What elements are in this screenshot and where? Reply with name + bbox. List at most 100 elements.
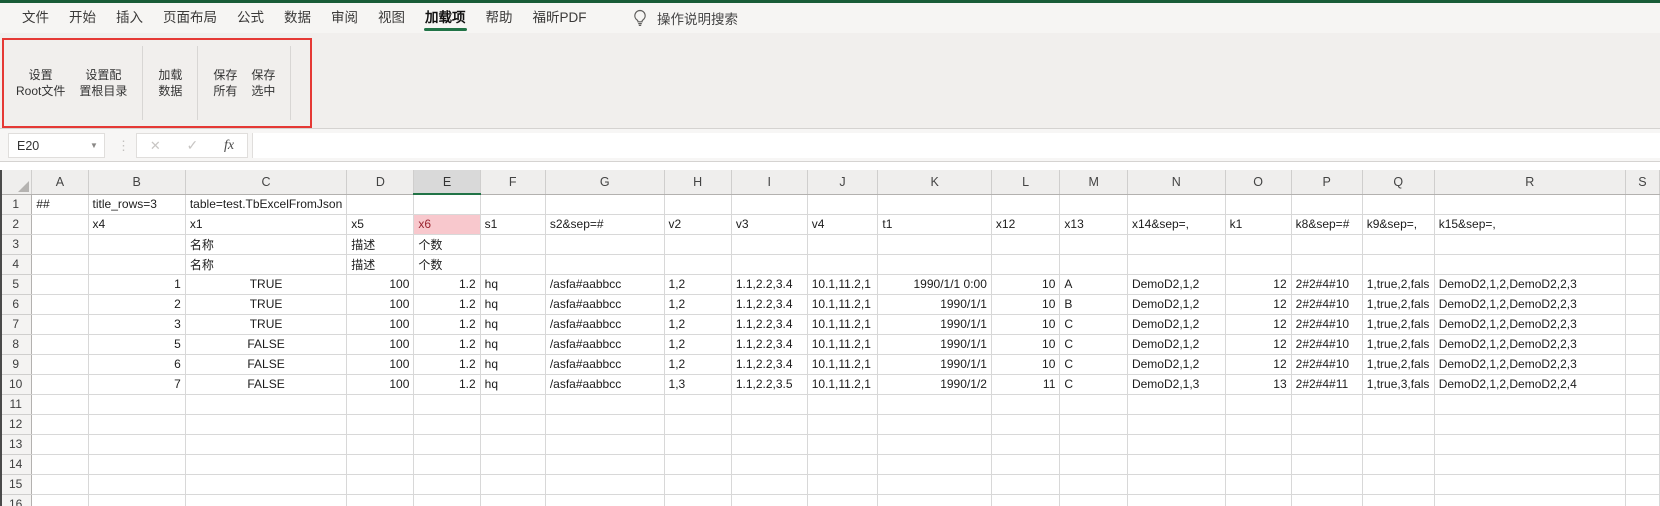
cell-P10[interactable]: 2#2#4#11 [1291,374,1362,394]
cell-L8[interactable]: 10 [991,334,1059,354]
cell-H11[interactable] [664,394,731,414]
cell-D4[interactable]: 描述 [347,254,414,274]
cell-P6[interactable]: 2#2#4#10 [1291,294,1362,314]
cell-P16[interactable] [1291,494,1362,506]
cell-S16[interactable] [1625,494,1659,506]
formula-bar-input[interactable] [252,133,1660,158]
cell-D5[interactable]: 100 [347,274,414,294]
cell-D12[interactable] [347,414,414,434]
cell-C4[interactable]: 名称 [185,254,346,274]
ribbon-tab-10[interactable]: 帮助 [476,3,523,33]
cell-C11[interactable] [185,394,346,414]
cell-Q14[interactable] [1362,454,1434,474]
row-header-12[interactable]: 12 [0,414,32,434]
cell-I7[interactable]: 1.1,2.2,3.4 [731,314,807,334]
row-header-4[interactable]: 4 [0,254,32,274]
cell-F15[interactable] [480,474,545,494]
cell-M15[interactable] [1060,474,1128,494]
cell-J13[interactable] [807,434,878,454]
cell-E11[interactable] [414,394,480,414]
cell-L10[interactable]: 11 [991,374,1059,394]
cell-A8[interactable] [32,334,88,354]
cell-M14[interactable] [1060,454,1128,474]
cell-J4[interactable] [807,254,878,274]
cell-G14[interactable] [545,454,664,474]
cell-A13[interactable] [32,434,88,454]
cell-R6[interactable]: DemoD2,1,2,DemoD2,2,3 [1434,294,1625,314]
column-header-F[interactable]: F [480,170,545,194]
cell-I13[interactable] [731,434,807,454]
cell-S8[interactable] [1625,334,1659,354]
cell-H6[interactable]: 1,2 [664,294,731,314]
cell-K5[interactable]: 1990/1/1 0:00 [878,274,992,294]
cell-Q10[interactable]: 1,true,3,fals [1362,374,1434,394]
cell-G8[interactable]: /asfa#aabbcc [545,334,664,354]
cell-G9[interactable]: /asfa#aabbcc [545,354,664,374]
column-header-K[interactable]: K [878,170,992,194]
column-header-C[interactable]: C [185,170,346,194]
cell-G6[interactable]: /asfa#aabbcc [545,294,664,314]
cell-M9[interactable]: C [1060,354,1128,374]
cell-D8[interactable]: 100 [347,334,414,354]
cell-F9[interactable]: hq [480,354,545,374]
cell-D10[interactable]: 100 [347,374,414,394]
column-header-O[interactable]: O [1225,170,1291,194]
cell-P9[interactable]: 2#2#4#10 [1291,354,1362,374]
cell-I9[interactable]: 1.1,2.2,3.4 [731,354,807,374]
cell-D7[interactable]: 100 [347,314,414,334]
cell-R4[interactable] [1434,254,1625,274]
cell-G4[interactable] [545,254,664,274]
cell-R12[interactable] [1434,414,1625,434]
cell-F12[interactable] [480,414,545,434]
cell-O13[interactable] [1225,434,1291,454]
column-header-R[interactable]: R [1434,170,1625,194]
cell-K1[interactable] [878,194,992,214]
cell-N5[interactable]: DemoD2,1,2 [1127,274,1225,294]
cell-D1[interactable] [347,194,414,214]
cell-M7[interactable]: C [1060,314,1128,334]
cell-B9[interactable]: 6 [88,354,185,374]
cell-I5[interactable]: 1.1,2.2,3.4 [731,274,807,294]
cell-L5[interactable]: 10 [991,274,1059,294]
cell-L14[interactable] [991,454,1059,474]
cell-S11[interactable] [1625,394,1659,414]
cell-J9[interactable]: 10.1,11.2,1 [807,354,878,374]
ribbon-tab-1[interactable]: 文件 [12,3,59,33]
cell-L7[interactable]: 10 [991,314,1059,334]
insert-function-icon[interactable]: fx [224,138,234,154]
cell-O7[interactable]: 12 [1225,314,1291,334]
cell-P1[interactable] [1291,194,1362,214]
cell-K12[interactable] [878,414,992,434]
cell-H15[interactable] [664,474,731,494]
cell-Q12[interactable] [1362,414,1434,434]
cell-O8[interactable]: 12 [1225,334,1291,354]
column-header-Q[interactable]: Q [1362,170,1434,194]
row-header-9[interactable]: 9 [0,354,32,374]
cell-S9[interactable] [1625,354,1659,374]
cell-Q16[interactable] [1362,494,1434,506]
cell-E8[interactable]: 1.2 [414,334,480,354]
cell-B3[interactable] [88,234,185,254]
row-header-5[interactable]: 5 [0,274,32,294]
cell-R10[interactable]: DemoD2,1,2,DemoD2,2,4 [1434,374,1625,394]
cell-Q15[interactable] [1362,474,1434,494]
cell-K2[interactable]: t1 [878,214,992,234]
cell-K4[interactable] [878,254,992,274]
cell-K13[interactable] [878,434,992,454]
cell-J12[interactable] [807,414,878,434]
cell-H12[interactable] [664,414,731,434]
column-header-G[interactable]: G [545,170,664,194]
cell-N2[interactable]: x14&sep=, [1127,214,1225,234]
cell-C12[interactable] [185,414,346,434]
cell-E10[interactable]: 1.2 [414,374,480,394]
cell-B12[interactable] [88,414,185,434]
cell-K8[interactable]: 1990/1/1 [878,334,992,354]
cell-M12[interactable] [1060,414,1128,434]
cell-C9[interactable]: FALSE [185,354,346,374]
cell-N1[interactable] [1127,194,1225,214]
cell-O11[interactable] [1225,394,1291,414]
row-header-1[interactable]: 1 [0,194,32,214]
cell-D15[interactable] [347,474,414,494]
ribbon-tab-2[interactable]: 开始 [59,3,106,33]
cell-L12[interactable] [991,414,1059,434]
